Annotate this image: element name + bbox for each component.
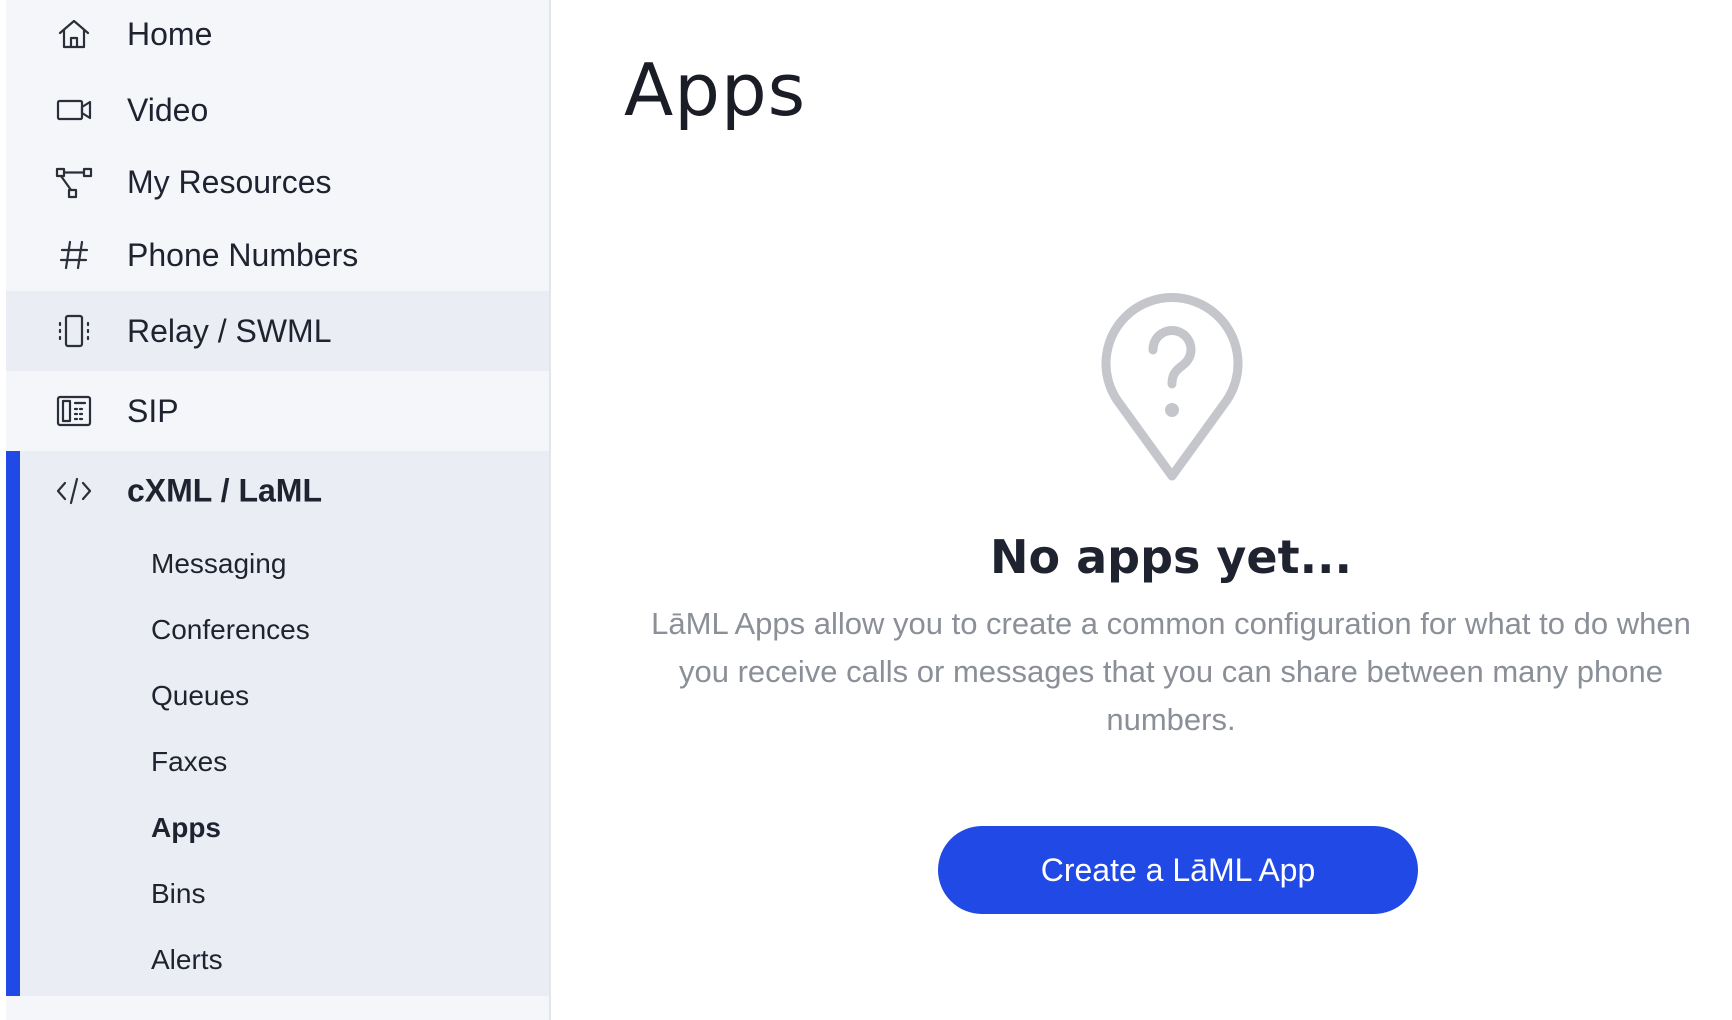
sidebar-item-cxml-laml[interactable]: cXML / LaML bbox=[6, 451, 549, 531]
code-icon bbox=[54, 471, 94, 511]
sidebar-item-sip[interactable]: SIP bbox=[6, 371, 549, 451]
sidebar-item-my-resources[interactable]: My Resources bbox=[6, 146, 549, 219]
main-content: Apps No apps yet... LāML Apps allow you … bbox=[551, 0, 1732, 1020]
sidebar-item-label: Video bbox=[127, 91, 209, 128]
home-icon bbox=[54, 14, 94, 54]
sidebar-subitem-conferences[interactable]: Conferences bbox=[6, 597, 549, 663]
page-title: Apps bbox=[624, 48, 807, 132]
sidebar-subitem-label: Messaging bbox=[151, 548, 287, 579]
sidebar-item-label: My Resources bbox=[127, 164, 332, 200]
sidebar-item-relay-swml[interactable]: Relay / SWML bbox=[6, 291, 549, 371]
sidebar-subitem-alerts[interactable]: Alerts bbox=[6, 927, 549, 993]
empty-state-description: LāML Apps allow you to create a common c… bbox=[651, 606, 1691, 737]
create-laml-app-button[interactable]: Create a LāML App bbox=[938, 826, 1418, 914]
hash-icon bbox=[54, 235, 94, 275]
sidebar-item-label: SIP bbox=[127, 392, 179, 429]
sidebar-subitem-label: Queues bbox=[151, 680, 250, 711]
sidebar-group-label: cXML / LaML bbox=[127, 472, 322, 509]
resources-icon bbox=[54, 163, 94, 203]
sidebar-subitem-label: Bins bbox=[151, 878, 206, 909]
sidebar-item-video[interactable]: Video bbox=[6, 74, 549, 146]
sidebar: Home Video My Resources Phone Numbers Re… bbox=[6, 0, 551, 1020]
app-page: Home Video My Resources Phone Numbers Re… bbox=[0, 0, 1732, 1020]
sip-icon bbox=[54, 391, 94, 431]
question-pin-icon bbox=[1097, 292, 1247, 482]
sidebar-item-label: Relay / SWML bbox=[127, 312, 332, 349]
sidebar-subitem-label: Alerts bbox=[151, 944, 223, 975]
sidebar-subitem-bins[interactable]: Bins bbox=[6, 861, 549, 927]
sidebar-subitem-faxes[interactable]: Faxes bbox=[6, 729, 549, 795]
sidebar-subitem-label: Apps bbox=[151, 812, 221, 843]
sidebar-subitem-label: Faxes bbox=[151, 746, 228, 777]
empty-state-title: No apps yet... bbox=[989, 530, 1352, 584]
sidebar-group-cxml-laml: cXML / LaML Messaging Conferences Queues… bbox=[6, 451, 549, 996]
sidebar-subitem-apps[interactable]: Apps bbox=[6, 795, 549, 861]
sidebar-item-home[interactable]: Home bbox=[6, 0, 549, 74]
video-icon bbox=[54, 90, 94, 130]
relay-icon bbox=[54, 311, 94, 351]
sidebar-subitem-label: Conferences bbox=[151, 614, 310, 645]
sidebar-subitem-messaging[interactable]: Messaging bbox=[6, 531, 549, 597]
sidebar-item-phone-numbers[interactable]: Phone Numbers bbox=[6, 219, 549, 291]
sidebar-item-label: Home bbox=[127, 15, 213, 52]
sidebar-item-label: Phone Numbers bbox=[127, 236, 359, 273]
sidebar-subitem-queues[interactable]: Queues bbox=[6, 663, 549, 729]
